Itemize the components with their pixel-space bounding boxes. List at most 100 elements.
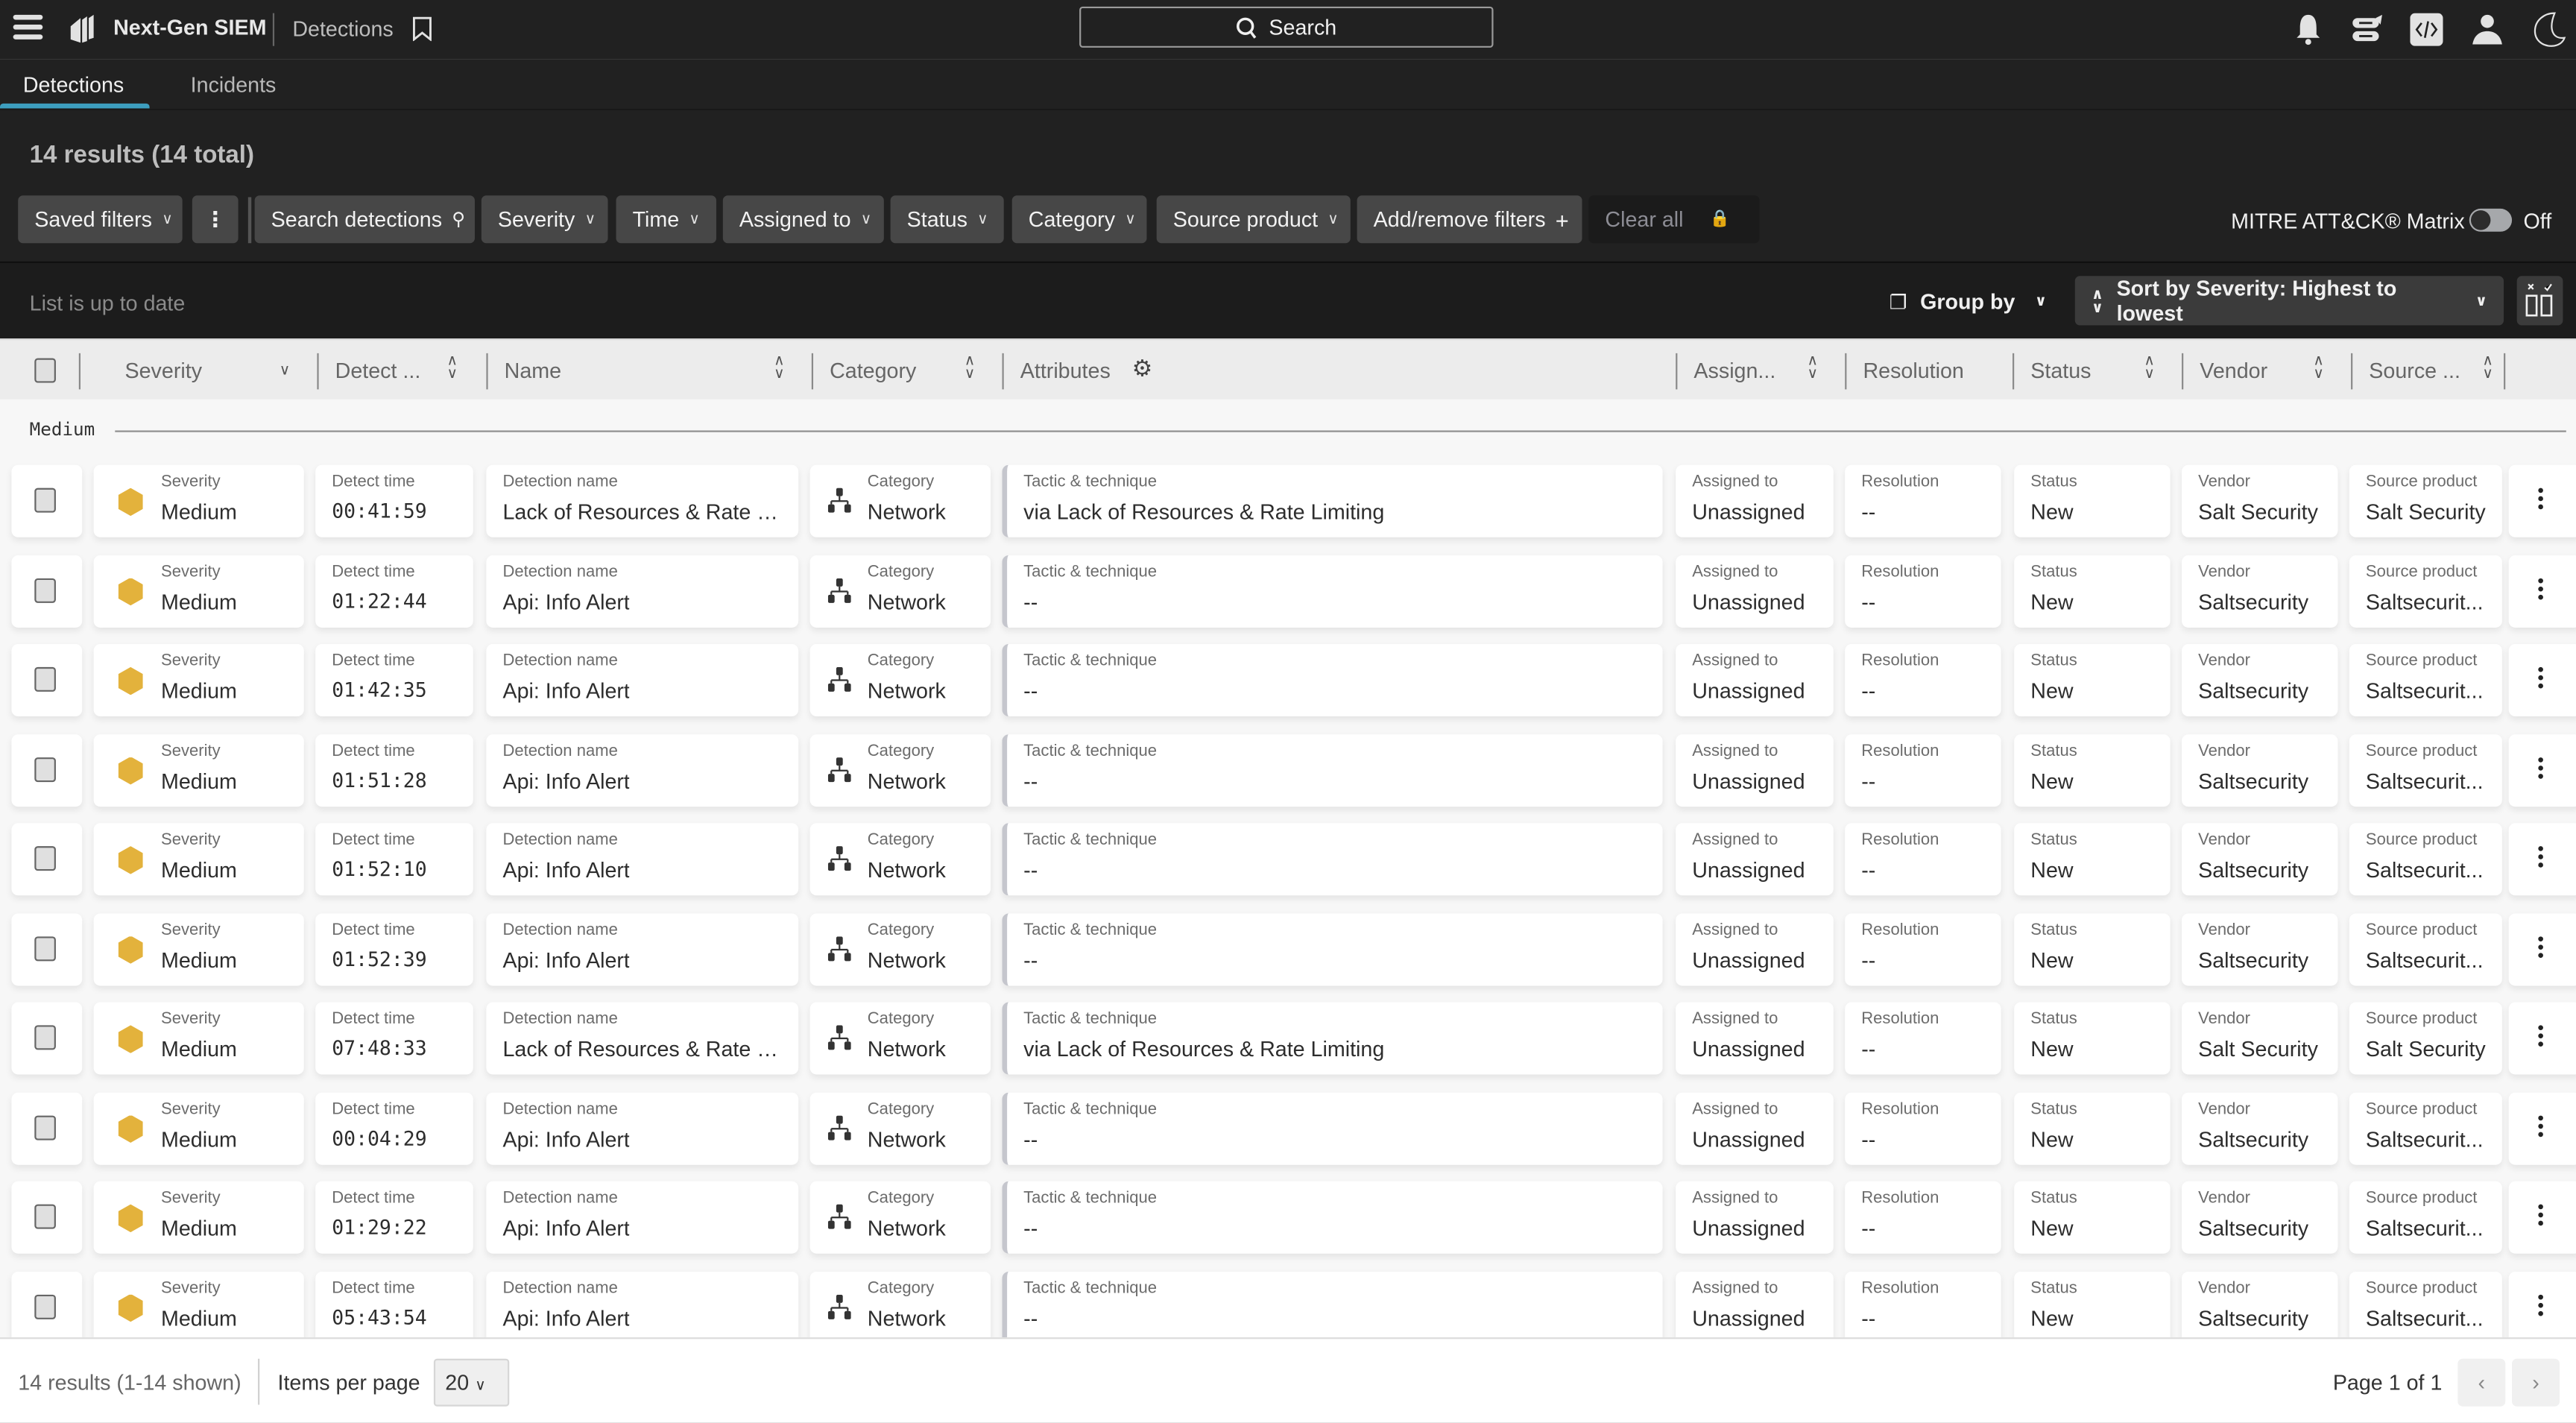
- saved-filters-button[interactable]: Saved filters ∨: [18, 195, 183, 244]
- category-cell[interactable]: Category Network: [809, 1091, 991, 1164]
- row-checkbox[interactable]: [34, 577, 56, 602]
- row-checkbox[interactable]: [34, 666, 56, 692]
- vendor-cell[interactable]: Vendor Saltsecurity: [2182, 823, 2338, 896]
- column-header-severity[interactable]: Severity: [125, 358, 203, 382]
- detect-time-cell[interactable]: Detect time 05:43:54: [315, 1270, 473, 1338]
- detect-time-cell[interactable]: Detect time 00:41:59: [315, 464, 473, 537]
- tactic-cell[interactable]: Tactic & technique --: [1002, 1181, 1663, 1254]
- table-row[interactable]: Severity Medium Detect time 01:29:22 Detecti…: [0, 1181, 2576, 1254]
- category-cell[interactable]: Category Network: [809, 1181, 991, 1254]
- assigned-to-cell[interactable]: Assigned to Unassigned: [1676, 823, 1834, 896]
- vendor-cell[interactable]: Vendor Salt Security: [2182, 464, 2338, 537]
- detection-name-cell[interactable]: Detection name Api: Info Alert: [486, 644, 799, 716]
- tactic-cell[interactable]: Tactic & technique via Lack of Resources …: [1002, 464, 1663, 537]
- detect-time-cell[interactable]: Detect time 01:22:44: [315, 554, 473, 627]
- severity-cell[interactable]: Severity Medium: [93, 912, 304, 985]
- category-cell[interactable]: Category Network: [809, 554, 991, 627]
- row-checkbox[interactable]: [34, 756, 56, 782]
- table-row[interactable]: Severity Medium Detect time 01:22:44 Detecti…: [0, 554, 2576, 627]
- detection-name-cell[interactable]: Detection name Api: Info Alert: [486, 554, 799, 627]
- status-cell[interactable]: Status New: [2014, 1270, 2171, 1338]
- resolution-cell[interactable]: Resolution --: [1845, 733, 2001, 807]
- source-product-cell[interactable]: Source product Salt Security: [2349, 1002, 2502, 1075]
- tactic-cell[interactable]: Tactic & technique --: [1002, 823, 1663, 896]
- row-actions-button[interactable]: [2508, 733, 2576, 807]
- assigned-to-cell[interactable]: Assigned to Unassigned: [1676, 554, 1834, 627]
- table-row[interactable]: Severity Medium Detect time 00:04:29 Detecti…: [0, 1091, 2576, 1164]
- resolution-cell[interactable]: Resolution --: [1845, 464, 2001, 537]
- column-header-category[interactable]: Category: [830, 358, 916, 382]
- column-header-status[interactable]: Status: [2030, 358, 2091, 382]
- severity-cell[interactable]: Severity Medium: [93, 1181, 304, 1254]
- hamburger-icon[interactable]: [13, 10, 43, 44]
- assigned-to-cell[interactable]: Assigned to Unassigned: [1676, 464, 1834, 537]
- source-product-cell[interactable]: Source product Saltsecurit...: [2349, 823, 2502, 896]
- tactic-cell[interactable]: Tactic & technique --: [1002, 554, 1663, 627]
- column-header-assigned-to[interactable]: Assign...: [1693, 358, 1775, 382]
- resolution-cell[interactable]: Resolution --: [1845, 1181, 2001, 1254]
- chevron-down-icon[interactable]: ∨: [280, 362, 291, 377]
- row-actions-button[interactable]: [2508, 1181, 2576, 1254]
- severity-cell[interactable]: Severity Medium: [93, 1091, 304, 1164]
- source-product-cell[interactable]: Source product Saltsecurit...: [2349, 644, 2502, 716]
- row-checkbox[interactable]: [34, 1204, 56, 1229]
- vendor-cell[interactable]: Vendor Saltsecurity: [2182, 644, 2338, 716]
- source-product-cell[interactable]: Source product Saltsecurit...: [2349, 1270, 2502, 1338]
- bell-icon[interactable]: [2294, 13, 2323, 54]
- category-cell[interactable]: Category Network: [809, 912, 991, 985]
- column-layout-button[interactable]: [2516, 276, 2563, 326]
- vendor-cell[interactable]: Vendor Salt Security: [2182, 1002, 2338, 1075]
- severity-cell[interactable]: Severity Medium: [93, 733, 304, 807]
- sort-icon[interactable]: ∧ ∨: [774, 353, 785, 380]
- assigned-to-cell[interactable]: Assigned to Unassigned: [1676, 1002, 1834, 1075]
- row-actions-button[interactable]: [2508, 464, 2576, 537]
- assigned-to-cell[interactable]: Assigned to Unassigned: [1676, 733, 1834, 807]
- table-row[interactable]: Severity Medium Detect time 01:51:28 Detecti…: [0, 733, 2576, 807]
- status-cell[interactable]: Status New: [2014, 912, 2171, 985]
- tactic-cell[interactable]: Tactic & technique --: [1002, 1091, 1663, 1164]
- detect-time-cell[interactable]: Detect time 01:52:10: [315, 823, 473, 896]
- source-product-cell[interactable]: Source product Saltsecurit...: [2349, 1091, 2502, 1164]
- detect-time-cell[interactable]: Detect time 07:48:33: [315, 1002, 473, 1075]
- resolution-cell[interactable]: Resolution --: [1845, 1270, 2001, 1338]
- tab-incidents[interactable]: Incidents: [191, 72, 277, 97]
- assigned-to-cell[interactable]: Assigned to Unassigned: [1676, 912, 1834, 985]
- status-filter[interactable]: Status ∨: [890, 195, 1004, 244]
- resolution-cell[interactable]: Resolution --: [1845, 1091, 2001, 1164]
- detect-time-cell[interactable]: Detect time 01:52:39: [315, 912, 473, 985]
- sort-icon[interactable]: ∧ ∨: [2482, 353, 2493, 380]
- resolution-cell[interactable]: Resolution --: [1845, 554, 2001, 627]
- detection-name-cell[interactable]: Detection name Lack of Resources & Rate L…: [486, 464, 799, 537]
- category-filter[interactable]: Category ∨: [1011, 195, 1147, 244]
- vendor-cell[interactable]: Vendor Saltsecurity: [2182, 1091, 2338, 1164]
- detect-time-cell[interactable]: Detect time 01:51:28: [315, 733, 473, 807]
- code-icon[interactable]: [2410, 13, 2443, 54]
- previous-page-button[interactable]: ‹: [2457, 1358, 2506, 1407]
- mitre-matrix-toggle[interactable]: [2469, 208, 2513, 232]
- detection-name-cell[interactable]: Detection name Api: Info Alert: [486, 823, 799, 896]
- row-checkbox[interactable]: [34, 1114, 56, 1140]
- row-checkbox[interactable]: [34, 1025, 56, 1050]
- row-actions-button[interactable]: [2508, 1270, 2576, 1338]
- column-header-vendor[interactable]: Vendor: [2200, 358, 2267, 382]
- assigned-to-cell[interactable]: Assigned to Unassigned: [1676, 1181, 1834, 1254]
- detection-name-cell[interactable]: Detection name Api: Info Alert: [486, 912, 799, 985]
- severity-cell[interactable]: Severity Medium: [93, 1270, 304, 1338]
- global-search-button[interactable]: Search: [1079, 6, 1494, 48]
- breadcrumb[interactable]: Detections: [292, 16, 393, 41]
- status-cell[interactable]: Status New: [2014, 554, 2171, 627]
- add-remove-filters-button[interactable]: Add/remove filters +: [1357, 195, 1582, 244]
- assigned-to-cell[interactable]: Assigned to Unassigned: [1676, 1270, 1834, 1338]
- severity-filter[interactable]: Severity ∨: [481, 195, 608, 244]
- detect-time-cell[interactable]: Detect time 01:42:35: [315, 644, 473, 716]
- assigned-to-cell[interactable]: Assigned to Unassigned: [1676, 1091, 1834, 1164]
- assigned-to-cell[interactable]: Assigned to Unassigned: [1676, 644, 1834, 716]
- row-actions-button[interactable]: [2508, 823, 2576, 896]
- row-checkbox[interactable]: [34, 1293, 56, 1319]
- tactic-cell[interactable]: Tactic & technique --: [1002, 733, 1663, 807]
- category-cell[interactable]: Category Network: [809, 644, 991, 716]
- severity-cell[interactable]: Severity Medium: [93, 1002, 304, 1075]
- row-actions-button[interactable]: [2508, 912, 2576, 985]
- next-page-button[interactable]: ›: [2512, 1358, 2560, 1407]
- row-actions-button[interactable]: [2508, 554, 2576, 627]
